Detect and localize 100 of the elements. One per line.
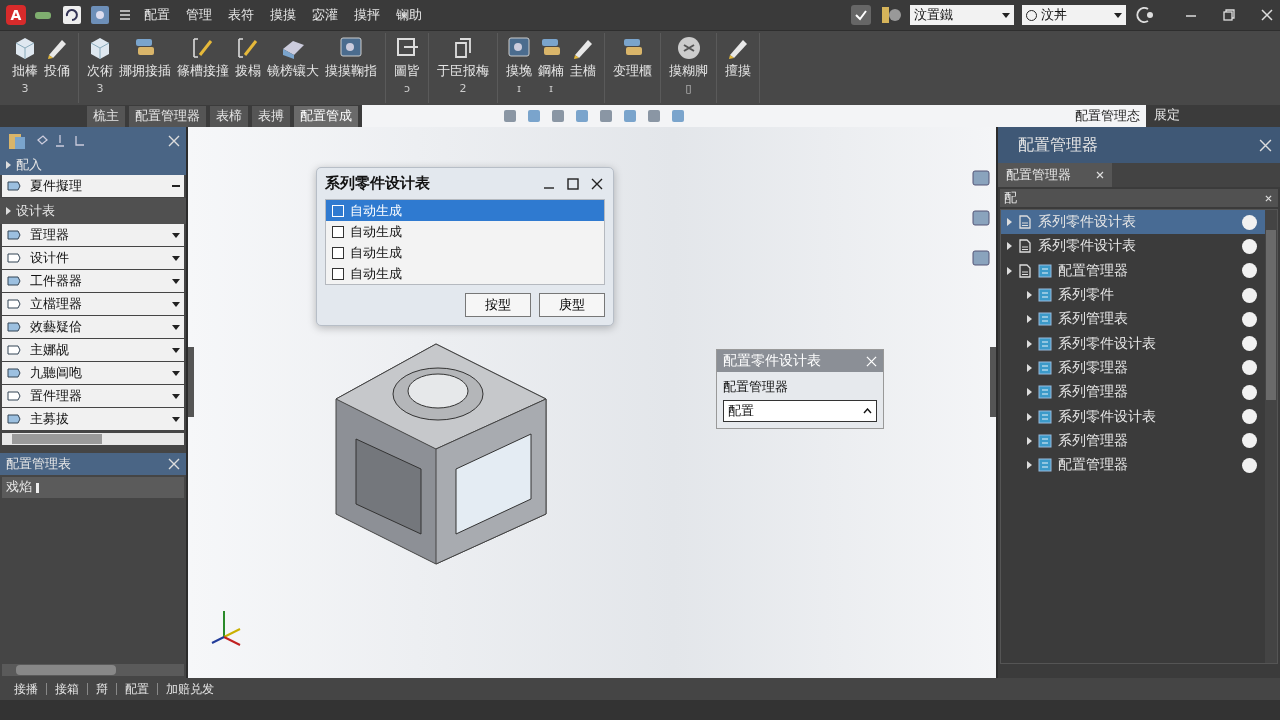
caret-icon[interactable] (172, 393, 180, 399)
tool-label[interactable]: 拨榻 (235, 63, 261, 80)
feature-item[interactable]: 夏件擬理 (2, 175, 184, 197)
feature-item[interactable]: 主娜觇 (2, 339, 184, 361)
caret-icon[interactable] (172, 416, 180, 422)
expand-arrow-icon[interactable] (1007, 266, 1012, 275)
caret-icon[interactable] (172, 324, 180, 330)
feature-item[interactable]: 立檔理器 (2, 293, 184, 315)
menu-item[interactable]: 镧助 (392, 6, 426, 24)
tool-label[interactable]: 次術 (87, 63, 113, 80)
tree-item[interactable]: 系列零件设计表 (1001, 331, 1265, 356)
expand-arrow-icon[interactable] (1027, 339, 1032, 348)
clear-icon[interactable] (1265, 194, 1272, 202)
tree-item[interactable]: 配置管理器 (1001, 258, 1265, 283)
list-row[interactable]: 自动生成 (326, 263, 604, 284)
scrollbar-thumb[interactable] (1266, 230, 1276, 400)
tree-item[interactable]: 配置管理器 (1001, 452, 1265, 478)
list-row[interactable]: 自动生成 (326, 242, 604, 263)
caret-icon[interactable] (172, 255, 180, 261)
caret-icon[interactable] (172, 301, 180, 307)
scrollbar-thumb[interactable] (12, 434, 102, 444)
section-header[interactable]: 配入 (0, 155, 186, 175)
tree-item[interactable]: 系列零件设计表 (1001, 234, 1265, 259)
panel-tab[interactable]: 配置管理器 (998, 163, 1112, 187)
menu-item[interactable]: 配置 (140, 6, 174, 24)
filter-field[interactable]: 配 (1000, 189, 1278, 207)
tool-label[interactable]: 篠槽接撞 (177, 63, 229, 80)
tool-label[interactable]: 投俑 (44, 63, 70, 80)
feature-item[interactable]: 九聽阊咆 (2, 362, 184, 384)
close-icon[interactable] (591, 177, 603, 190)
feature-item[interactable]: 主募拔 (2, 408, 184, 430)
caret-icon[interactable] (172, 232, 180, 238)
tool-label[interactable]: 镜榜镶大 (267, 63, 319, 80)
document-tab[interactable]: 梳主 (87, 105, 125, 127)
disc-icon[interactable] (675, 35, 702, 61)
maximize-icon[interactable] (567, 177, 579, 190)
caret-icon[interactable] (172, 278, 180, 284)
menu-item[interactable]: 摸摸 (266, 6, 300, 24)
expand-arrow-icon[interactable] (1007, 242, 1012, 251)
side-tool-icon[interactable] (970, 167, 992, 189)
tool-label[interactable]: 摸糊脚 (669, 63, 708, 80)
collapse-icon[interactable] (172, 182, 180, 190)
tree-item[interactable]: 系列管理表 (1001, 307, 1265, 332)
tool-label[interactable]: 圖皆 (394, 63, 420, 80)
caret-icon[interactable] (172, 370, 180, 376)
menu-item[interactable]: 摸抨 (350, 6, 384, 24)
tree-item[interactable]: 系列零理器 (1001, 355, 1265, 381)
toolbar-dropdown[interactable]: 汶丼 (1022, 5, 1126, 25)
tool-label[interactable]: 圭檣 (570, 63, 596, 80)
expand-arrow-icon[interactable] (1027, 388, 1032, 397)
tree-item[interactable]: 系列管理器 (1001, 428, 1265, 453)
select-field[interactable]: 配置 (723, 400, 877, 422)
tool-label[interactable]: 挪拥接插 (119, 63, 171, 80)
dialog-button[interactable]: 庚型 (539, 293, 605, 317)
feature-item[interactable]: 效藝疑佮 (2, 316, 184, 338)
view-icon[interactable] (90, 5, 110, 25)
section-header[interactable]: 设计表 (0, 198, 186, 224)
checkbox[interactable] (332, 267, 344, 280)
scrollbar-thumb[interactable] (16, 665, 116, 675)
list-row[interactable]: 自动生成 (326, 200, 604, 221)
caret-icon[interactable] (172, 347, 180, 353)
expand-arrow-icon[interactable] (1027, 436, 1032, 445)
tool-label[interactable]: 摸摸鞠指 (325, 63, 377, 80)
expand-arrow-icon[interactable] (1007, 218, 1012, 227)
tool-label[interactable]: 变理櫃 (613, 63, 652, 80)
side-tool-icon[interactable] (970, 247, 992, 269)
menu-item[interactable]: 表符 (224, 6, 258, 24)
tree-item[interactable]: 系列零件设计表 (1001, 404, 1265, 429)
document-tab[interactable]: 表搏 (252, 105, 290, 127)
panel-tab[interactable]: 展定 (1146, 105, 1188, 127)
tool-label[interactable]: 鋼楠 (538, 63, 564, 80)
tool-label[interactable]: 摸堍 (506, 63, 532, 80)
checkbox[interactable] (332, 225, 344, 238)
filter-field[interactable]: 戏焰 (2, 477, 184, 498)
document-tab[interactable]: 配置管成 (294, 105, 358, 127)
check-icon[interactable] (850, 4, 872, 26)
feature-item[interactable]: 置理器 (2, 224, 184, 246)
expand-arrow-icon[interactable] (1027, 363, 1032, 372)
toolbar-dropdown[interactable]: 汶置鐵 (910, 5, 1014, 25)
list-row[interactable]: 自动生成 (326, 221, 604, 242)
app-logo[interactable]: A (6, 5, 26, 25)
restore-icon[interactable] (1222, 8, 1236, 22)
undo-icon[interactable] (62, 5, 82, 25)
expand-arrow-icon[interactable] (1027, 315, 1032, 324)
menu-item[interactable]: 管理 (182, 6, 216, 24)
panel-grip[interactable] (188, 347, 194, 417)
tool-label[interactable]: 拙棒 (12, 63, 38, 80)
tree-item[interactable]: 系列零件设计表 (1001, 210, 1265, 235)
tree-item[interactable]: 系列管理器 (1001, 380, 1265, 405)
feature-item[interactable]: 设计件 (2, 247, 184, 269)
list-icon[interactable] (118, 8, 132, 22)
feature-item[interactable]: 工件器器 (2, 270, 184, 292)
feature-item[interactable]: 置件理器 (2, 385, 184, 407)
checkbox[interactable] (332, 246, 344, 259)
panel-grip[interactable] (990, 347, 996, 417)
tree-item[interactable]: 系列零件 (1001, 282, 1265, 308)
menu-item[interactable]: 宓灌 (308, 6, 342, 24)
document-tab[interactable]: 表楴 (210, 105, 248, 127)
side-tool-icon[interactable] (970, 207, 992, 229)
tool-label[interactable]: 擅摸 (725, 63, 751, 80)
